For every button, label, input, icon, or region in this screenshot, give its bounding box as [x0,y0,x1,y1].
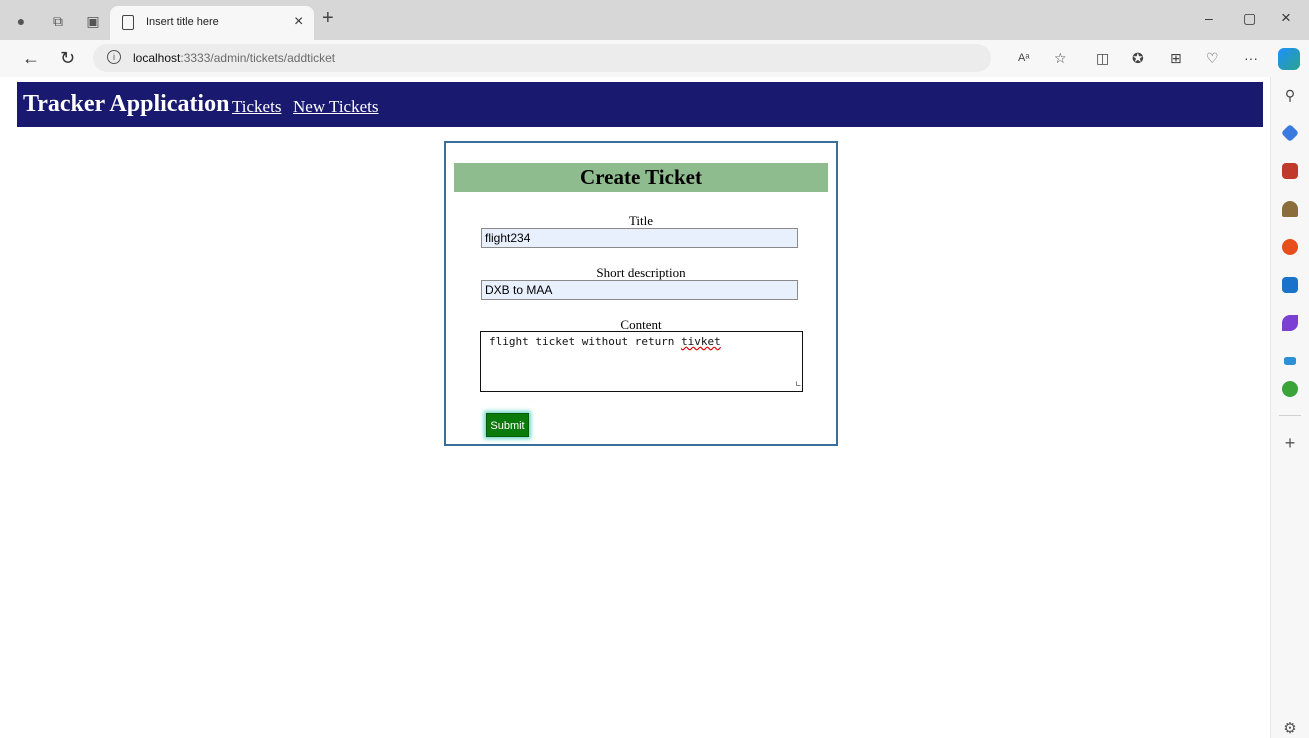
browser-tab-strip: ● ⧉ ▣ Insert title here × + – ▢ × [0,0,1309,40]
close-window-button[interactable]: × [1281,8,1291,28]
title-label: Title [628,213,654,228]
collections-icon[interactable]: ⊞ [1170,50,1182,66]
drop-icon[interactable] [1284,357,1296,365]
address-bar[interactable]: i localhost:3333/admin/tickets/addticket [93,44,991,72]
page-icon [122,15,134,30]
designer-icon[interactable] [1282,315,1298,331]
create-ticket-form: Create Ticket Title flight234 Short desc… [444,141,838,446]
nav-link-tickets[interactable]: Tickets [232,97,281,117]
search-icon[interactable]: ⚲ [1282,87,1298,103]
performance-icon[interactable]: ♡ [1206,50,1219,66]
tab-close-button[interactable]: × [294,13,303,31]
favorites-star-icon[interactable]: ☆ [1054,50,1067,66]
tab-actions-icon[interactable]: ▣ [85,13,101,29]
sidebar-separator [1279,415,1301,416]
favorites-bar-icon[interactable]: ✪ [1132,50,1144,66]
profile-icon[interactable]: ● [13,13,29,29]
office-icon[interactable] [1282,239,1298,255]
browser-tab[interactable]: Insert title here × [110,6,314,40]
app-header: Tracker Application Tickets New Tickets [17,82,1263,127]
workspaces-icon[interactable]: ⧉ [50,13,66,29]
misspelled-word: tivket [681,335,721,348]
short-description-input[interactable]: DXB to MAA [481,280,798,300]
settings-icon[interactable]: ⚙ [1282,721,1298,737]
outlook-icon[interactable] [1282,277,1298,293]
split-screen-icon[interactable]: ◫ [1096,50,1109,66]
tools-icon[interactable] [1282,163,1298,179]
site-info-icon[interactable]: i [107,50,121,64]
read-aloud-button[interactable]: Aᵃ [1018,50,1029,66]
tab-title: Insert title here [146,16,219,28]
new-tab-button[interactable]: + [322,7,334,30]
nav-link-new-tickets[interactable]: New Tickets [293,97,378,117]
restore-button[interactable]: ▢ [1243,10,1256,27]
tree-icon[interactable] [1282,381,1298,397]
back-icon[interactable]: ← [22,49,40,67]
resize-handle-icon[interactable]: ∟ [796,381,801,390]
content-textarea[interactable]: flight ticket without return tivket ∟ [480,331,803,392]
more-menu-button[interactable]: ··· [1244,50,1258,66]
shopping-icon[interactable] [1280,123,1300,143]
short-description-label: Short description [596,265,686,280]
copilot-icon[interactable] [1278,48,1300,70]
browser-sidebar: ⚲ + ⚙ [1270,77,1309,738]
add-icon[interactable]: + [1282,434,1298,452]
games-icon[interactable] [1282,201,1298,217]
minimize-button[interactable]: – [1205,10,1213,26]
form-heading: Create Ticket [454,163,828,192]
app-brand: Tracker Application [23,91,230,117]
address-toolbar: ← ↻ i localhost:3333/admin/tickets/addti… [0,40,1309,77]
page-viewport: Tracker Application Tickets New Tickets … [10,77,1270,738]
submit-button[interactable]: Submit [486,413,529,437]
url-text: localhost:3333/admin/tickets/addticket [133,51,336,65]
refresh-icon[interactable]: ↻ [60,49,75,67]
title-input[interactable]: flight234 [481,228,798,248]
